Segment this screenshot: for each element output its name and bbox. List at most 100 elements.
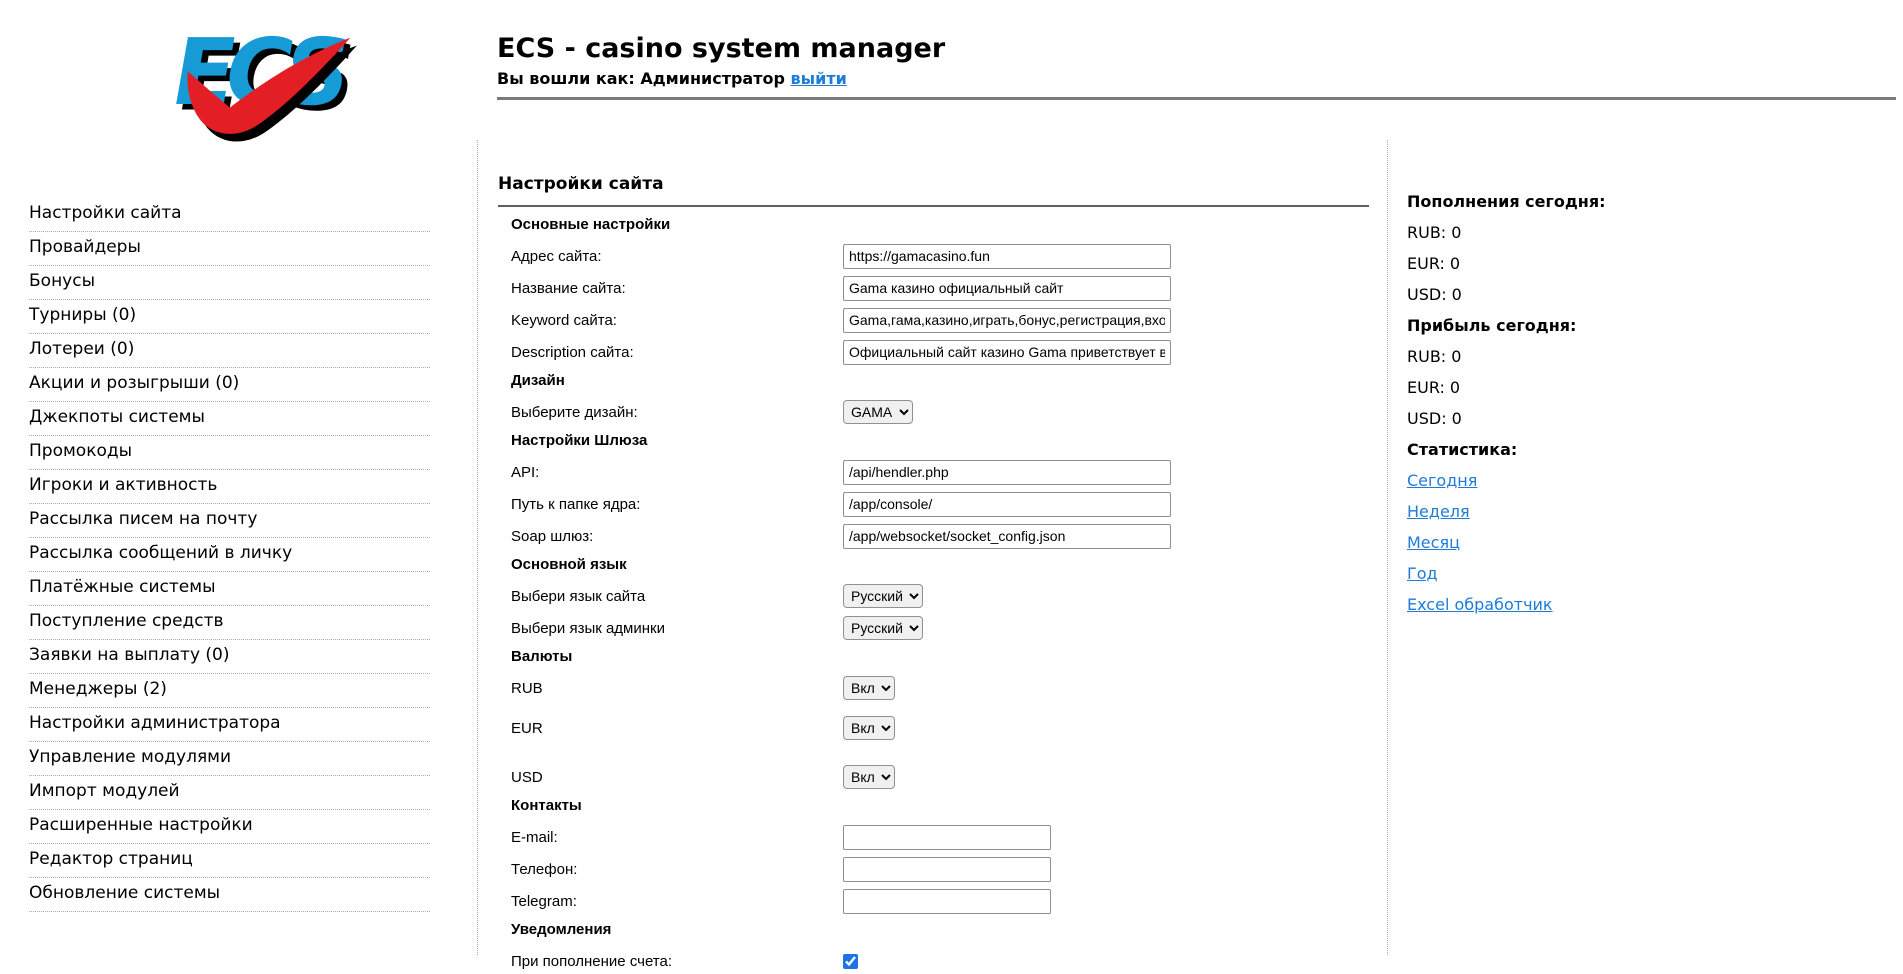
sidebar-item[interactable]: Платёжные системы — [29, 572, 430, 606]
sidebar-item[interactable]: Поступление средств — [29, 606, 430, 640]
design-select[interactable]: GAMA — [843, 400, 913, 424]
sidebar-item[interactable]: Провайдеры — [29, 232, 430, 266]
sidebar-item[interactable]: Импорт модулей — [29, 776, 430, 810]
form-row-site-address: Адрес сайта: — [511, 243, 1369, 269]
form-row-api: API: — [511, 459, 1369, 485]
section-heading-currencies: Валюты — [511, 647, 1369, 666]
stat-link-line: Сегодня — [1407, 471, 1883, 490]
sidebar-item[interactable]: Редактор страниц — [29, 844, 430, 878]
form-row-email: E-mail: — [511, 824, 1369, 850]
site-language-select[interactable]: Русский — [843, 584, 923, 608]
sidebar-item[interactable]: Настройки администратора — [29, 708, 430, 742]
field-label: EUR — [511, 720, 843, 737]
section-heading-language: Основной язык — [511, 555, 1369, 574]
sidebar-item[interactable]: Промокоды — [29, 436, 430, 470]
login-status: Вы вошли как: Администратор выйти — [497, 69, 1896, 88]
deposit-notify-checkbox[interactable] — [843, 954, 858, 969]
sidebar-item[interactable]: Управление модулями — [29, 742, 430, 776]
stat-link-line: Год — [1407, 564, 1883, 583]
core-path-input[interactable] — [843, 492, 1171, 517]
field-label: Выбери язык сайта — [511, 588, 843, 605]
field-label: Telegram: — [511, 893, 843, 910]
form-row-admin-lang: Выбери язык админки Русский — [511, 615, 1369, 641]
sidebar-nav: Настройки сайта Провайдеры Бонусы Турнир… — [0, 140, 477, 955]
field-label: Description сайта: — [511, 344, 843, 361]
form-row-keywords: Keyword сайта: — [511, 307, 1369, 333]
section-heading-contacts: Контакты — [511, 796, 1369, 815]
site-keywords-input[interactable] — [843, 308, 1171, 333]
sidebar-item[interactable]: Расширенные настройки — [29, 810, 430, 844]
sidebar-item[interactable]: Игроки и активность — [29, 470, 430, 504]
stat-link[interactable]: Месяц — [1407, 533, 1460, 552]
section-heading-gateway: Настройки Шлюза — [511, 431, 1369, 450]
field-label: API: — [511, 464, 843, 481]
form-row-core-path: Путь к папке ядра: — [511, 491, 1369, 517]
header-divider — [497, 97, 1896, 100]
form-row-design: Выберите дизайн: GAMA — [511, 399, 1369, 425]
sidebar-item[interactable]: Джекпоты системы — [29, 402, 430, 436]
stat-link[interactable]: Excel обработчик — [1407, 595, 1553, 614]
stat-link[interactable]: Год — [1407, 564, 1438, 583]
login-user: Администратор — [640, 69, 785, 88]
page-title: ECS - casino system manager — [497, 34, 1896, 64]
sidebar-item[interactable]: Менеджеры (2) — [29, 674, 430, 708]
form-row-site-lang: Выбери язык сайта Русский — [511, 583, 1369, 609]
form-row-site-name: Название сайта: — [511, 275, 1369, 301]
site-settings-panel: Настройки сайта Основные настройки Адрес… — [477, 140, 1388, 955]
form-row-telegram: Telegram: — [511, 888, 1369, 914]
api-input[interactable] — [843, 460, 1171, 485]
stat-link[interactable]: Неделя — [1407, 502, 1470, 521]
sidebar-item[interactable]: Настройки сайта — [29, 198, 430, 232]
statistics-title: Статистика: — [1407, 440, 1883, 459]
ecs-logo: ECS ECS — [138, 12, 358, 142]
login-prefix: Вы вошли как: — [497, 69, 635, 88]
form-row-usd: USD Вкл — [511, 764, 1369, 790]
sidebar-item[interactable]: Обновление системы — [29, 878, 430, 912]
logout-link[interactable]: выйти — [791, 69, 847, 88]
field-label: Название сайта: — [511, 280, 843, 297]
sidebar-item[interactable]: Рассылка сообщений в личку — [29, 538, 430, 572]
form-row-description: Description сайта: — [511, 339, 1369, 365]
site-settings-form: Основные настройки Адрес сайта: Название… — [498, 207, 1369, 974]
site-description-input[interactable] — [843, 340, 1171, 365]
eur-toggle-select[interactable]: Вкл — [843, 716, 895, 740]
sidebar-item[interactable]: Рассылка писем на почту — [29, 504, 430, 538]
field-label: Адрес сайта: — [511, 248, 843, 265]
field-label: RUB — [511, 680, 843, 697]
statistics-links: Сегодня Неделя Месяц Год Excel обработчи… — [1407, 471, 1883, 614]
soap-gateway-input[interactable] — [843, 524, 1171, 549]
stat-link[interactable]: Сегодня — [1407, 471, 1477, 490]
sidebar-item[interactable]: Акции и розыгрыши (0) — [29, 368, 430, 402]
admin-language-select[interactable]: Русский — [843, 616, 923, 640]
field-label: Выберите дизайн: — [511, 404, 843, 421]
section-heading-basic: Основные настройки — [511, 215, 1369, 234]
deposit-value-line: EUR: 0 — [1407, 254, 1883, 273]
profit-value-line: EUR: 0 — [1407, 378, 1883, 397]
profit-value-line: USD: 0 — [1407, 409, 1883, 428]
sidebar-item[interactable]: Заявки на выплату (0) — [29, 640, 430, 674]
sidebar-item[interactable]: Турниры (0) — [29, 300, 430, 334]
stat-link-line: Неделя — [1407, 502, 1883, 521]
site-name-input[interactable] — [843, 276, 1171, 301]
header: ECS ECS ECS - casino system manager Вы в… — [0, 0, 1903, 140]
section-heading-design: Дизайн — [511, 371, 1369, 390]
phone-input[interactable] — [843, 857, 1051, 882]
telegram-input[interactable] — [843, 889, 1051, 914]
deposit-value-line: RUB: 0 — [1407, 223, 1883, 242]
field-label: Keyword сайта: — [511, 312, 843, 329]
site-address-input[interactable] — [843, 244, 1171, 269]
field-label: Выбери язык админки — [511, 620, 843, 637]
stat-link-line: Excel обработчик — [1407, 595, 1883, 614]
field-label: Телефон: — [511, 861, 843, 878]
panel-title: Настройки сайта — [498, 174, 1369, 195]
rub-toggle-select[interactable]: Вкл — [843, 676, 895, 700]
stat-link-line: Месяц — [1407, 533, 1883, 552]
usd-toggle-select[interactable]: Вкл — [843, 765, 895, 789]
sidebar-item[interactable]: Бонусы — [29, 266, 430, 300]
email-input[interactable] — [843, 825, 1051, 850]
profit-today-title: Прибыль сегодня: — [1407, 316, 1883, 335]
section-heading-notifications: Уведомления — [511, 920, 1369, 939]
field-label: E-mail: — [511, 829, 843, 846]
sidebar-item[interactable]: Лотереи (0) — [29, 334, 430, 368]
deposits-today-list: RUB: 0 EUR: 0 USD: 0 — [1407, 223, 1883, 304]
